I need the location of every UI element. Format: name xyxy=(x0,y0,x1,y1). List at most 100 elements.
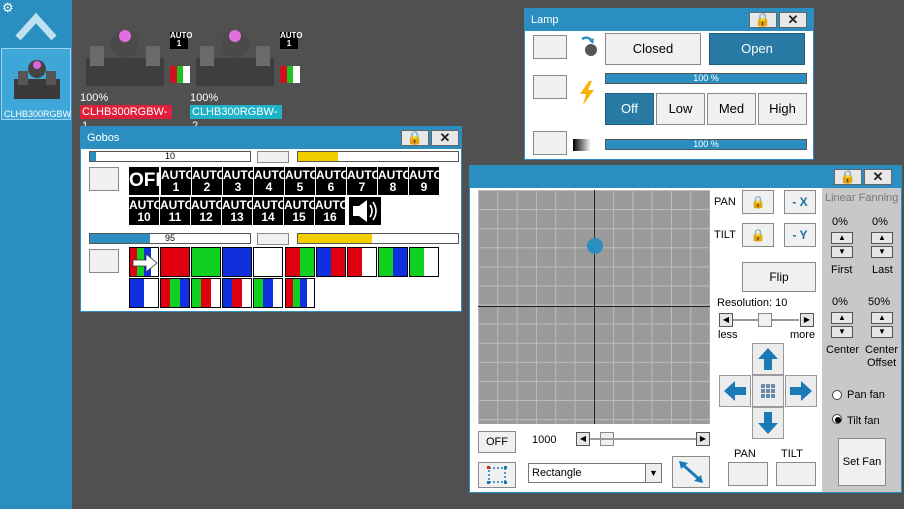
gobo-auto-16[interactable]: AUTO 16 xyxy=(315,197,349,225)
gobo-bar-1-button[interactable] xyxy=(257,151,289,163)
pan-bottom-button[interactable] xyxy=(728,462,768,486)
chevron-up-icon[interactable] xyxy=(14,8,58,44)
lamp-action-button-2[interactable] xyxy=(533,75,567,99)
flip-button[interactable]: Flip xyxy=(742,262,816,292)
fan-offset-down[interactable]: ▼ xyxy=(871,326,893,338)
gobo-auto-10[interactable]: AUTO 10 xyxy=(129,197,163,225)
speed-increase[interactable]: ▶ xyxy=(696,432,710,446)
color-swatch-white[interactable] xyxy=(253,247,283,277)
gobo-auto-3[interactable]: AUTO 3 xyxy=(223,167,257,195)
color-swatch-rgb-1[interactable] xyxy=(160,278,190,308)
color-swatch-blue-red[interactable] xyxy=(316,247,346,277)
close-button[interactable]: ✕ xyxy=(431,130,459,146)
color-swatch-scroll[interactable] xyxy=(129,247,159,277)
fixture-1[interactable]: AUTO 1 100% CLHB300RGBW-1 xyxy=(80,20,193,132)
lamp-action-button-1[interactable] xyxy=(533,35,567,59)
position-handle[interactable] xyxy=(587,238,603,254)
fan-first-down[interactable]: ▼ xyxy=(831,246,853,258)
gobo-auto-5[interactable]: AUTO 5 xyxy=(285,167,319,195)
tilt-bottom-button[interactable] xyxy=(776,462,816,486)
fan-last-down[interactable]: ▼ xyxy=(871,246,893,258)
speed-decrease[interactable]: ◀ xyxy=(576,432,590,446)
lamp-bar-2[interactable]: 100 % xyxy=(605,139,807,150)
move-right-button[interactable] xyxy=(785,375,817,407)
pan-fan-radio[interactable] xyxy=(832,390,842,400)
gobo-rotation-bar-2[interactable] xyxy=(297,233,459,244)
swap-direction-button[interactable] xyxy=(672,456,710,488)
shape-select[interactable]: Rectangle ▼ xyxy=(528,463,662,483)
lock-button[interactable]: 🔒 xyxy=(749,12,777,28)
close-button[interactable]: ✕ xyxy=(864,169,892,185)
gobo-auto-14[interactable]: AUTO 14 xyxy=(253,197,287,225)
gobo-bar-2-button[interactable] xyxy=(257,233,289,245)
color-swatch-rgbw-2[interactable] xyxy=(222,278,252,308)
invert-y-button[interactable]: - Y xyxy=(784,223,816,247)
gobo-auto-13[interactable]: AUTO 13 xyxy=(222,197,256,225)
fan-offset-up[interactable]: ▲ xyxy=(871,312,893,324)
power-off-button[interactable]: Off xyxy=(605,93,654,125)
center-button[interactable] xyxy=(752,375,784,407)
close-button[interactable]: ✕ xyxy=(779,12,807,28)
fan-center-up[interactable]: ▲ xyxy=(831,312,853,324)
lock-button[interactable]: 🔒 xyxy=(401,130,429,146)
gobo-auto-8[interactable]: AUTO 8 xyxy=(378,167,412,195)
power-high-button[interactable]: High xyxy=(758,93,807,125)
pan-tilt-pad[interactable] xyxy=(478,190,710,424)
gobo-auto-11[interactable]: AUTO 11 xyxy=(160,197,194,225)
power-low-button[interactable]: Low xyxy=(656,93,705,125)
color-swatch-green-blue[interactable] xyxy=(378,247,408,277)
shutter-closed-button[interactable]: Closed xyxy=(605,33,701,65)
lock-button[interactable]: 🔒 xyxy=(834,169,862,185)
speed-track[interactable] xyxy=(590,438,696,440)
fan-first-up[interactable]: ▲ xyxy=(831,232,853,244)
invert-x-button[interactable]: - X xyxy=(784,190,816,214)
power-med-button[interactable]: Med xyxy=(707,93,756,125)
color-swatch-red-white[interactable] xyxy=(347,247,377,277)
shutter-open-button[interactable]: Open xyxy=(709,33,805,65)
gobo-auto-6[interactable]: AUTO 6 xyxy=(316,167,350,195)
speaker-icon[interactable] xyxy=(349,197,381,225)
color-swatch-green-white[interactable] xyxy=(409,247,439,277)
move-left-button[interactable] xyxy=(719,375,751,407)
color-swatch-rgbw-1[interactable] xyxy=(191,278,221,308)
gobo-auto-2[interactable]: AUTO 2 xyxy=(192,167,226,195)
pan-lock-button[interactable]: 🔒 xyxy=(742,190,774,214)
move-down-button[interactable] xyxy=(752,407,784,439)
shape-preview-button[interactable] xyxy=(478,462,516,488)
color-swatch-red-green[interactable] xyxy=(285,247,315,277)
gobo-auto-1[interactable]: AUTO 1 xyxy=(161,167,195,195)
chevron-down-icon[interactable]: ▼ xyxy=(645,464,661,482)
resolution-slider-thumb[interactable] xyxy=(758,313,772,327)
color-swatch-green[interactable] xyxy=(191,247,221,277)
resolution-decrease[interactable]: ◀ xyxy=(719,313,733,327)
gobo-auto-9[interactable]: AUTO 9 xyxy=(409,167,443,195)
set-fan-button[interactable]: Set Fan xyxy=(838,438,886,486)
color-swatch-rgbw-4[interactable] xyxy=(285,278,315,308)
gobo-auto-4[interactable]: AUTO 4 xyxy=(254,167,288,195)
color-swatch-blue-white[interactable] xyxy=(129,278,159,308)
tilt-lock-button[interactable]: 🔒 xyxy=(742,223,774,247)
lamp-bar-1[interactable]: 100 % xyxy=(605,73,807,84)
selected-fixture[interactable]: CLHB300RGBW xyxy=(1,48,71,120)
gobo-auto-7[interactable]: AUTO 7 xyxy=(347,167,381,195)
gobo-bar-2[interactable]: 95 xyxy=(89,233,251,244)
color-swatch-rgbw-3[interactable] xyxy=(253,278,283,308)
gobo-auto-15[interactable]: AUTO 15 xyxy=(284,197,318,225)
move-up-button[interactable] xyxy=(752,343,784,375)
fixture-2[interactable]: AUTO 1 100% CLHB300RGBW-2 xyxy=(190,20,303,132)
gobo-off-button[interactable]: OFF xyxy=(129,167,167,195)
gobo-bar-1[interactable]: 10 xyxy=(89,151,251,162)
resolution-increase[interactable]: ▶ xyxy=(800,313,814,327)
tilt-fan-radio[interactable] xyxy=(832,414,842,424)
lamp-action-button-3[interactable] xyxy=(533,131,567,155)
gobo-action-button-2[interactable] xyxy=(89,249,119,273)
fan-center-down[interactable]: ▼ xyxy=(831,326,853,338)
fan-last-up[interactable]: ▲ xyxy=(871,232,893,244)
color-swatch-blue[interactable] xyxy=(222,247,252,277)
gobo-rotation-bar-1[interactable] xyxy=(297,151,459,162)
gobo-action-button-1[interactable] xyxy=(89,167,119,191)
tilt-fan-label: Tilt fan xyxy=(847,415,880,427)
color-swatch-red[interactable] xyxy=(160,247,190,277)
effect-off-button[interactable]: OFF xyxy=(478,431,516,453)
gobo-auto-12[interactable]: AUTO 12 xyxy=(191,197,225,225)
